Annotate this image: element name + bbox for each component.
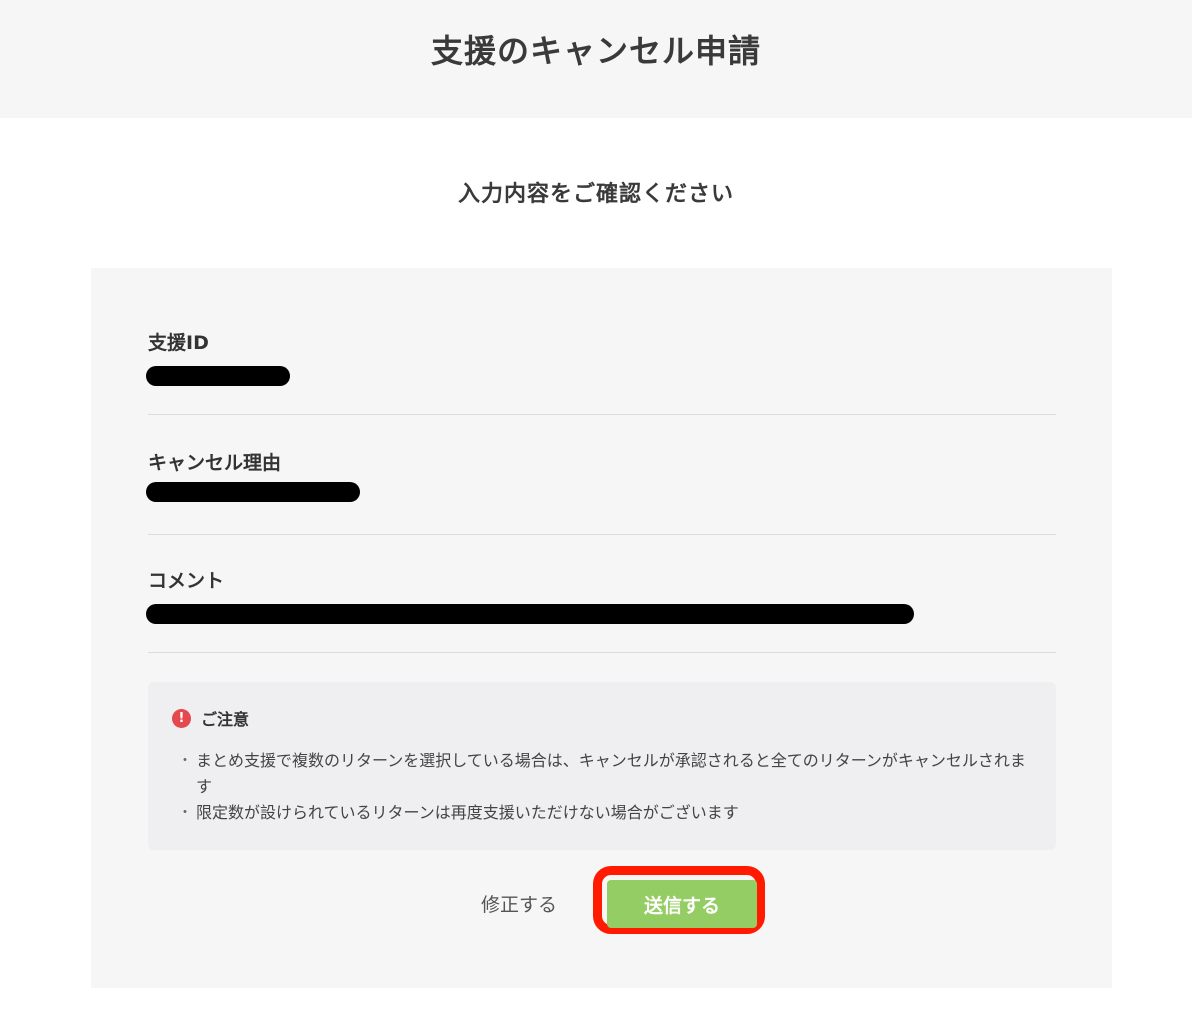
page-title: 支援のキャンセル申請 (430, 32, 761, 70)
bullet-icon: ・ (178, 753, 192, 769)
confirmation-panel: 支援ID キャンセル理由 コメント ! ご注意 ・ まとめ支援で複数のリターンを… (91, 268, 1112, 988)
notice-item: ・ まとめ支援で複数のリターンを選択している場合は、キャンセルが承認されると全て… (178, 748, 1038, 800)
comment-field: コメント (146, 566, 1056, 653)
cancel-reason-field: キャンセル理由 (146, 448, 1056, 535)
bullet-icon: ・ (178, 805, 192, 821)
notice-item-text: まとめ支援で複数のリターンを選択している場合は、キャンセルが承認されると全てのリ… (196, 751, 1026, 796)
cancel-reason-label: キャンセル理由 (148, 452, 282, 474)
redacted-support-id (146, 366, 290, 386)
notice-box: ! ご注意 ・ まとめ支援で複数のリターンを選択している場合は、キャンセルが承認… (148, 682, 1056, 850)
redacted-cancel-reason (146, 482, 360, 502)
notice-item-text: 限定数が設けられているリターンは再度支援いただけない場合がございます (196, 803, 739, 822)
redacted-comment (146, 604, 914, 624)
notice-item: ・ 限定数が設けられているリターンは再度支援いただけない場合がございます (178, 800, 1038, 826)
notice-header: ! ご注意 (172, 706, 249, 730)
support-id-field: 支援ID (146, 328, 1056, 415)
comment-label: コメント (148, 570, 225, 592)
notice-title: ご注意 (201, 710, 250, 729)
page-header: 支援のキャンセル申請 (0, 0, 1192, 118)
support-id-label: 支援ID (148, 332, 209, 354)
alert-circle-icon: ! (172, 708, 191, 728)
notice-list: ・ まとめ支援で複数のリターンを選択している場合は、キャンセルが承認されると全て… (178, 748, 1038, 826)
edit-button[interactable]: 修正する (481, 890, 557, 917)
confirm-subtitle: 入力内容をご確認ください (457, 182, 734, 207)
submit-button[interactable]: 送信する (607, 880, 757, 928)
